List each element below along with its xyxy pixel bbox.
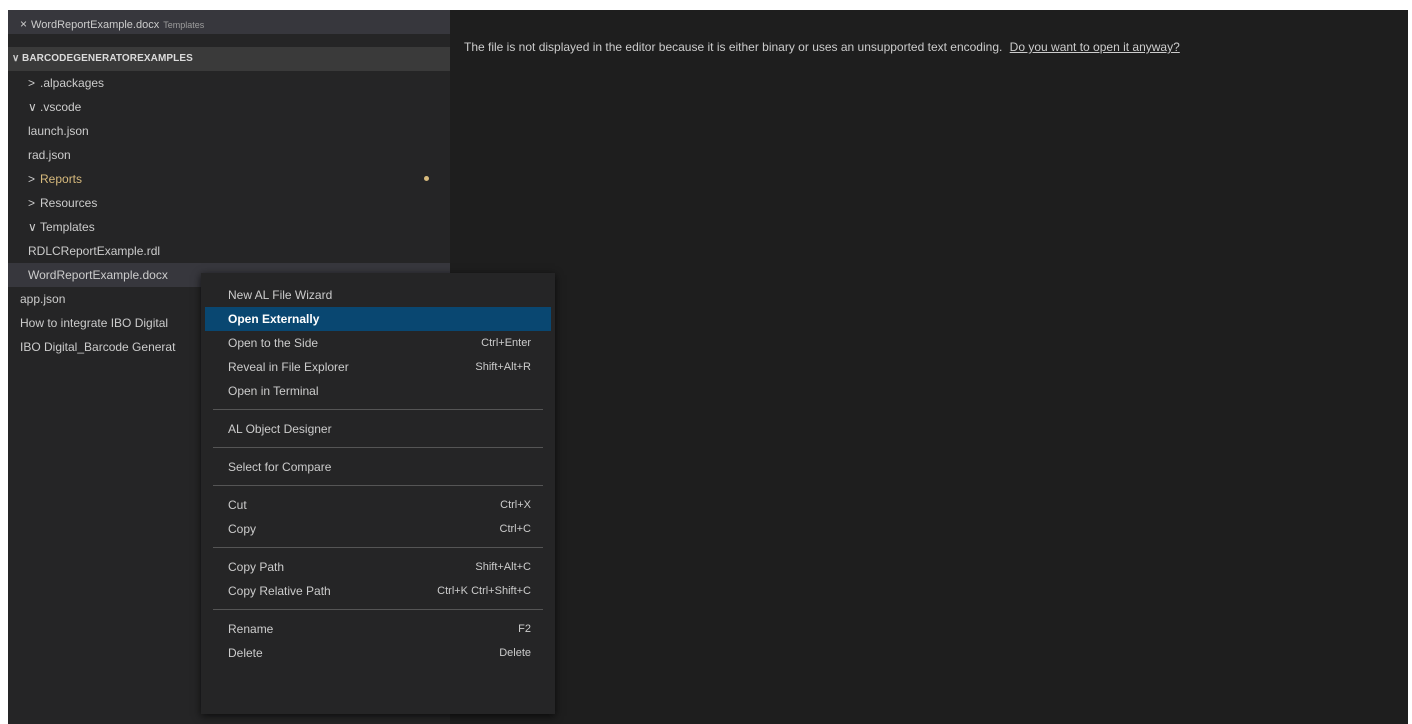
menu-item-copy-path[interactable]: Copy Path Shift+Alt+C bbox=[205, 555, 551, 579]
open-editor-item[interactable]: × WordReportExample.docx Templates bbox=[8, 10, 450, 34]
chevron-down-icon: ∨ bbox=[28, 220, 37, 234]
open-editor-filename: WordReportExample.docx bbox=[31, 19, 160, 31]
menu-item-label: Open to the Side bbox=[228, 336, 319, 350]
menu-item-shortcut: Ctrl+C bbox=[499, 523, 531, 535]
binary-file-message: The file is not displayed in the editor … bbox=[464, 40, 1180, 54]
menu-item-label: Select for Compare bbox=[228, 460, 332, 474]
menu-item-shortcut: Shift+Alt+C bbox=[475, 561, 531, 573]
menu-item-shortcut: Ctrl+K Ctrl+Shift+C bbox=[437, 585, 531, 597]
chevron-down-icon: ∨ bbox=[28, 100, 37, 114]
menu-item-label: Reveal in File Explorer bbox=[228, 360, 349, 374]
open-editor-folder: Templates bbox=[163, 20, 205, 30]
tree-item[interactable]: > Resources bbox=[8, 191, 450, 215]
menu-item-cut[interactable]: Cut Ctrl+X bbox=[205, 493, 551, 517]
tree-item-label: RDLCReportExample.rdl bbox=[28, 244, 161, 258]
menu-item-open-to-the-side[interactable]: Open to the Side Ctrl+Enter bbox=[205, 331, 551, 355]
tree-item-label: .vscode bbox=[40, 100, 82, 114]
explorer-root-header[interactable]: ∨ BARCODEGENERATOREXAMPLES bbox=[8, 47, 450, 71]
menu-separator bbox=[213, 409, 543, 410]
menu-item-reveal-in-file-explorer[interactable]: Reveal in File Explorer Shift+Alt+R bbox=[205, 355, 551, 379]
vscode-window: × WordReportExample.docx Templates ∨ BARCOD… bbox=[8, 10, 1408, 724]
tree-item-label: Reports bbox=[40, 172, 83, 186]
menu-item-shortcut: F2 bbox=[518, 623, 531, 635]
explorer-root-label: BARCODEGENERATOREXAMPLES bbox=[22, 53, 193, 64]
menu-item-label: New AL File Wizard bbox=[228, 288, 333, 302]
menu-item-label: Copy Relative Path bbox=[228, 584, 331, 598]
tree-item-label: WordReportExample.docx bbox=[28, 268, 168, 282]
tree-item[interactable]: rad.json bbox=[8, 143, 450, 167]
tree-item[interactable]: ∨ .vscode bbox=[8, 95, 450, 119]
open-anyway-link[interactable]: Do you want to open it anyway? bbox=[1010, 40, 1180, 54]
menu-item-shortcut: Delete bbox=[499, 647, 531, 659]
tree-item[interactable]: ∨ Templates bbox=[8, 215, 450, 239]
tree-item[interactable]: launch.json bbox=[8, 119, 450, 143]
menu-item-copy[interactable]: Copy Ctrl+C bbox=[205, 517, 551, 541]
tree-item-label: app.json bbox=[20, 292, 66, 306]
menu-separator bbox=[213, 485, 543, 486]
menu-item-label: Rename bbox=[228, 622, 274, 636]
modified-dot-icon bbox=[424, 176, 429, 181]
menu-item-label: Copy bbox=[228, 522, 257, 536]
chevron-down-icon: ∨ bbox=[12, 53, 20, 64]
menu-item-label: Open Externally bbox=[228, 312, 320, 326]
menu-item-open-in-terminal[interactable]: Open in Terminal bbox=[205, 379, 551, 403]
menu-item-shortcut: Ctrl+Enter bbox=[481, 337, 531, 349]
chevron-right-icon: > bbox=[28, 76, 36, 90]
menu-separator bbox=[213, 609, 543, 610]
menu-item-al-object-designer[interactable]: AL Object Designer bbox=[205, 417, 551, 441]
menu-item-shortcut: Ctrl+X bbox=[500, 499, 531, 511]
menu-item-label: Delete bbox=[228, 646, 263, 660]
tree-item[interactable]: > .alpackages bbox=[8, 71, 450, 95]
menu-item-open-externally[interactable]: Open Externally bbox=[205, 307, 551, 331]
menu-item-shortcut: Shift+Alt+R bbox=[475, 361, 531, 373]
menu-item-label: Cut bbox=[228, 498, 247, 512]
menu-item-copy-relative-path[interactable]: Copy Relative Path Ctrl+K Ctrl+Shift+C bbox=[205, 579, 551, 603]
close-icon[interactable]: × bbox=[20, 17, 27, 31]
chevron-right-icon: > bbox=[28, 172, 36, 186]
tree-item-label: IBO Digital_Barcode Generat bbox=[20, 340, 176, 354]
menu-separator bbox=[213, 447, 543, 448]
tree-item-label: Templates bbox=[40, 220, 95, 234]
menu-item-label: AL Object Designer bbox=[228, 422, 332, 436]
tree-item[interactable]: > Reports bbox=[8, 167, 450, 191]
menu-item-delete[interactable]: Delete Delete bbox=[205, 641, 551, 665]
context-menu: New AL File Wizard Open Externally Open to… bbox=[201, 273, 555, 714]
tree-item[interactable]: RDLCReportExample.rdl bbox=[8, 239, 450, 263]
menu-separator bbox=[213, 547, 543, 548]
tree-item-label: How to integrate IBO Digital bbox=[20, 316, 169, 330]
tree-item-label: .alpackages bbox=[40, 76, 105, 90]
menu-item-label: Copy Path bbox=[228, 560, 285, 574]
menu-item-label: Open in Terminal bbox=[228, 384, 319, 398]
menu-item-new-al-file-wizard[interactable]: New AL File Wizard bbox=[205, 283, 551, 307]
tree-item-label: Resources bbox=[40, 196, 98, 210]
menu-item-select-for-compare[interactable]: Select for Compare bbox=[205, 455, 551, 479]
chevron-right-icon: > bbox=[28, 196, 36, 210]
binary-file-text: The file is not displayed in the editor … bbox=[464, 40, 1003, 54]
tree-item-label: launch.json bbox=[28, 124, 89, 138]
tree-item-label: rad.json bbox=[28, 148, 71, 162]
menu-item-rename[interactable]: Rename F2 bbox=[205, 617, 551, 641]
